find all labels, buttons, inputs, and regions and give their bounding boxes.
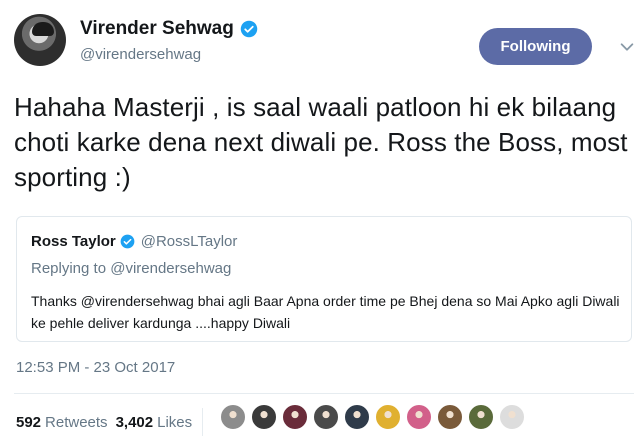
avatar-detail bbox=[32, 22, 54, 36]
retweets-stat[interactable]: 592 Retweets bbox=[16, 414, 108, 431]
liker-avatar[interactable] bbox=[468, 404, 494, 430]
quoted-tweet-text: Thanks @virendersehwag bhai agli Baar Ap… bbox=[31, 293, 620, 331]
tweet-stats: 592 Retweets 3,402 Likes bbox=[16, 408, 204, 436]
liker-avatar[interactable] bbox=[313, 404, 339, 430]
liker-avatar[interactable] bbox=[437, 404, 463, 430]
liker-avatar[interactable] bbox=[499, 404, 525, 430]
author-handle[interactable]: @virendersehwag bbox=[80, 46, 201, 63]
liker-avatar[interactable] bbox=[282, 404, 308, 430]
verified-badge-icon bbox=[240, 20, 258, 38]
liker-avatar[interactable] bbox=[220, 404, 246, 430]
replying-label: Replying to bbox=[31, 260, 107, 277]
likes-stat[interactable]: 3,402 Likes bbox=[116, 414, 193, 431]
tweet-text: Hahaha Masterji , is saal waali patloon … bbox=[14, 92, 628, 192]
author-avatar[interactable] bbox=[14, 14, 66, 66]
likes-label: Likes bbox=[157, 413, 193, 431]
stats-separator bbox=[202, 408, 204, 436]
likes-count: 3,402 bbox=[115, 413, 154, 431]
replying-handle-link[interactable]: @virendersehwag bbox=[110, 260, 231, 277]
liker-avatar[interactable] bbox=[375, 404, 401, 430]
quoted-display-name[interactable]: Ross Taylor bbox=[31, 233, 116, 250]
following-button[interactable]: Following bbox=[479, 28, 592, 65]
retweets-count: 592 bbox=[16, 413, 42, 431]
author-display-name[interactable]: Virender Sehwag bbox=[80, 18, 234, 40]
divider bbox=[14, 393, 634, 394]
liker-avatars bbox=[220, 404, 530, 430]
quoted-author-row: Ross Taylor @RossLTaylor bbox=[31, 233, 237, 250]
tweet-timestamp[interactable]: 12:53 PM - 23 Oct 2017 bbox=[16, 359, 175, 376]
verified-badge-icon bbox=[120, 234, 135, 249]
liker-avatar[interactable] bbox=[344, 404, 370, 430]
quoted-tweet[interactable]: Ross Taylor @RossLTaylor Replying to @vi… bbox=[16, 216, 632, 342]
retweets-label: Retweets bbox=[45, 413, 108, 431]
chevron-down-icon[interactable] bbox=[618, 38, 636, 56]
liker-avatar[interactable] bbox=[251, 404, 277, 430]
tweet-header: Virender Sehwag @virendersehwag Followin… bbox=[14, 14, 634, 78]
quoted-handle[interactable]: @RossLTaylor bbox=[141, 233, 238, 250]
replying-to: Replying to @virendersehwag bbox=[31, 260, 231, 277]
liker-avatar[interactable] bbox=[406, 404, 432, 430]
author-name-row: Virender Sehwag bbox=[80, 18, 258, 40]
